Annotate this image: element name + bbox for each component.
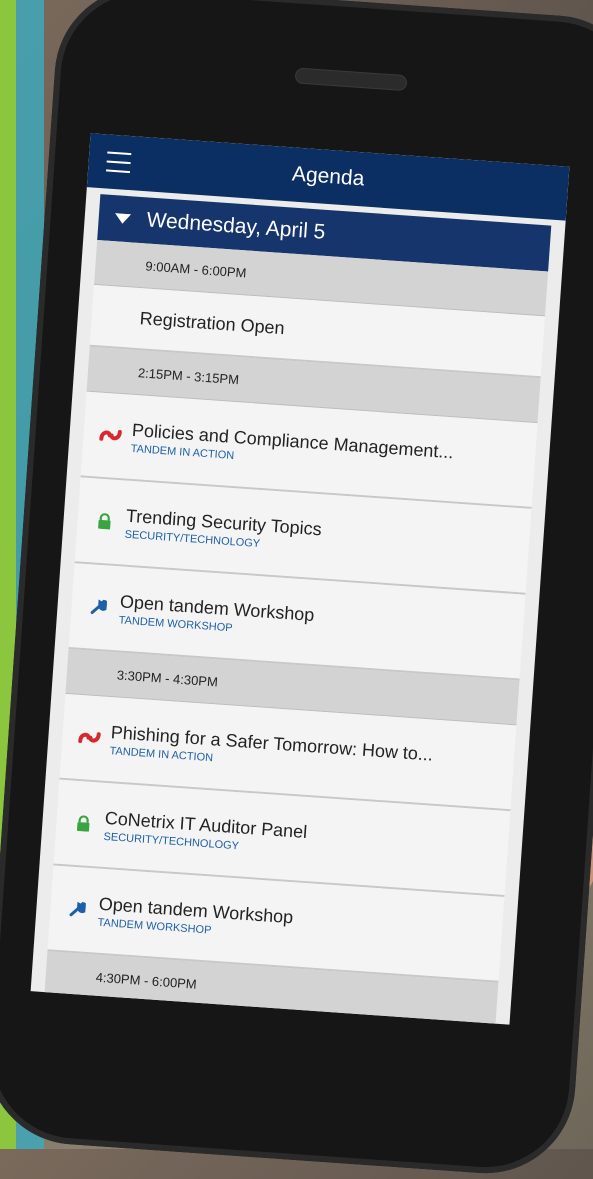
session-text: Phishing for a Safer Tomorrow: How to...… [109,722,433,779]
time-slot-label: 3:30PM - 4:30PM [116,666,219,689]
phone-frame: Agenda Wednesday, April 5 9:00AM - 6:00P… [0,0,593,1179]
collapse-triangle-icon [114,213,132,225]
day-label: Wednesday, April 5 [145,208,327,244]
time-slot-label: 2:15PM - 3:15PM [137,364,240,387]
hamburger-menu-icon[interactable] [105,151,132,174]
time-slot-label: 9:00AM - 6:00PM [145,257,247,280]
page-title: Agenda [291,162,366,191]
wrench-icon [62,900,93,918]
time-slot-label: 4:30PM - 6:00PM [95,969,198,992]
session-text: Policies and Compliance Management... TA… [130,419,454,476]
session-title: Registration Open [139,307,286,338]
lock-icon [68,814,99,832]
agenda-list: 9:00AM - 6:00PM Registration Open 2:15PM… [44,239,549,1025]
speaker-grill [294,67,408,92]
session-text: Open tandem Workshop TANDEM WORKSHOP [97,893,294,942]
wrench-icon [83,598,114,616]
session-text: CoNetrix IT Auditor Panel SECURITY/TECHN… [103,807,308,856]
tandem-icon [74,730,105,746]
tandem-icon [95,427,126,443]
session-text: Open tandem Workshop TANDEM WORKSHOP [118,591,315,640]
session-text: Trending Security Topics SECURITY/TECHNO… [124,505,322,554]
lock-icon [89,512,120,530]
app-screen: Agenda Wednesday, April 5 9:00AM - 6:00P… [30,133,570,1025]
